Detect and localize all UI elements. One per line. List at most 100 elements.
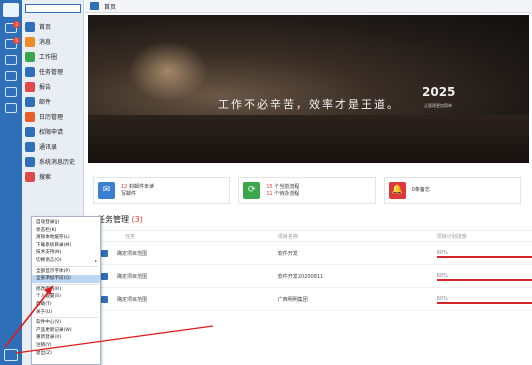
settings-icon[interactable] — [5, 103, 17, 113]
bell-icon: 🔔 — [388, 182, 406, 199]
workflow-icon: ⟳ — [243, 182, 261, 199]
sidebar-item-label: 首页 — [39, 24, 52, 31]
table-row[interactable]: 确定项目范围 广西明明集团 60% — [93, 288, 532, 311]
menu-item[interactable]: 状态栏(K) — [32, 227, 100, 235]
sidebar-item-8[interactable]: 通讯录 — [22, 139, 83, 154]
menu-item-label: 清除本地缓存(L) — [36, 235, 70, 241]
sidebar-item-label: 日历管理 — [39, 114, 64, 121]
sidebar-item-6[interactable]: 日历管理 — [22, 109, 83, 124]
menu-item[interactable]: 退出(Z) — [32, 350, 100, 358]
calendar-icon[interactable] — [5, 71, 17, 81]
task-name: 确定项目范围 — [117, 296, 148, 303]
menu-item[interactable]: 自动登录(J) — [32, 219, 100, 227]
mail-card[interactable]: ✉ 12 封邮件未读 写邮件 — [93, 177, 231, 204]
current-flow-label: 个当前流程 — [274, 183, 300, 190]
menu-item[interactable]: 全部添加字段(Q) — [32, 275, 100, 283]
menu-item[interactable]: 全部显示字体(P) — [32, 268, 100, 276]
menu-item[interactable]: 个人设置(S) — [32, 293, 100, 301]
sidebar-item-icon — [25, 96, 35, 107]
sidebar-item-5[interactable]: 邮件 — [22, 94, 83, 109]
sidebar-item-icon — [25, 51, 35, 62]
sidebar-item-label: 消息 — [39, 39, 52, 46]
sidebar-item-label: 邮件 — [39, 99, 52, 106]
sidebar-item-0[interactable]: 首页 — [22, 19, 83, 34]
search-input[interactable] — [25, 4, 81, 13]
menu-item-label: 下载系统目录(M) — [36, 242, 72, 248]
sidebar-item-3[interactable]: 任务管理 — [22, 64, 83, 79]
memo-label: 0条备忘 — [411, 187, 430, 193]
submenu-arrow-icon: ▸ — [94, 257, 97, 263]
sidebar-item-icon — [25, 126, 35, 137]
pending-flow-label: 个待办流程 — [274, 190, 300, 197]
menu-item[interactable]: 帮助(T) — [32, 301, 100, 309]
task-name: 确定项目范围 — [117, 250, 148, 257]
banner-year-sub: 让管理更加简单 — [424, 103, 452, 108]
menu-item[interactable]: 切换语言(O) ▸ — [32, 257, 100, 265]
menu-item[interactable]: 关于(U) — [32, 309, 100, 317]
sidebar-item-2[interactable]: 工作圈 — [22, 49, 83, 64]
unread-mail-count: 12 — [121, 183, 128, 190]
sidebar-item-label: 搜索 — [39, 174, 52, 181]
menu-item[interactable]: 修改密码(R) — [32, 286, 100, 294]
menu-item-label: 修改密码(R) — [36, 286, 62, 292]
table-row[interactable]: 确定项目范围 软件开发20200811 60% — [93, 265, 532, 288]
refresh-icon[interactable] — [5, 87, 17, 97]
main-context-menu: 自动登录(J) 状态栏(K) 清除本地缓存(L) 下载系统目录(M) 技术支持(N) 切换… — [31, 216, 101, 365]
menu-separator — [34, 317, 98, 319]
sidebar-item-label: 权限申请 — [39, 129, 64, 136]
home-icon — [90, 2, 99, 10]
menu-item-label: 切换语言(O) — [36, 257, 62, 263]
menu-item[interactable]: 技术支持(N) — [32, 249, 100, 257]
menu-item-label: 重新登录(X) — [36, 335, 62, 341]
menu-item[interactable]: 产品更新记录(W) — [32, 327, 100, 335]
tab-home-label: 首页 — [104, 3, 117, 11]
mail-icon: ✉ — [98, 182, 115, 199]
contacts-icon[interactable] — [5, 55, 17, 65]
sidebar-item-1[interactable]: 消息 — [22, 34, 83, 49]
menu-item[interactable]: 下载系统目录(M) — [32, 242, 100, 250]
banner-desk-image — [88, 115, 529, 163]
task-name: 确定项目范围 — [117, 273, 148, 280]
sidebar-item-10[interactable]: 搜索 — [22, 169, 83, 184]
menu-item-label: 个人设置(S) — [36, 294, 61, 300]
sidebar-item-4[interactable]: 报告 — [22, 79, 83, 94]
summary-cards: ✉ 12 封邮件未读 写邮件 ⟳ 15 个当前流程 11 个待办流程 🔔 0条备… — [93, 177, 529, 204]
sidebar-item-label: 任务管理 — [39, 69, 64, 76]
app-logo — [3, 3, 19, 17]
menu-item-label: 自动登录(J) — [36, 220, 60, 225]
sidebar-nav: 首页消息工作圈任务管理报告邮件日历管理权限申请通讯录系统消息历史搜索 — [22, 19, 83, 184]
menu-item[interactable]: 软件中心(V) — [32, 319, 100, 327]
tab-home[interactable]: 首页 — [85, 0, 532, 13]
workflow-card[interactable]: ⟳ 15 个当前流程 11 个待办流程 — [238, 177, 376, 204]
menu-separator — [34, 283, 98, 285]
menu-item[interactable]: 重新登录(X) — [32, 334, 100, 342]
sidebar-item-icon — [25, 66, 35, 77]
sidebar-item-7[interactable]: 权限申请 — [22, 124, 83, 139]
memo-card[interactable]: 🔔 0条备忘 — [383, 177, 521, 204]
sidebar-item-9[interactable]: 系统消息历史 — [22, 154, 83, 169]
task-progress-bar — [436, 256, 532, 258]
sidebar-item-label: 报告 — [39, 84, 52, 91]
task-progress-bar — [436, 279, 532, 281]
task-icon — [101, 249, 108, 257]
task-icon — [101, 295, 108, 303]
sidebar-item-icon — [25, 156, 35, 167]
menu-item-label: 产品更新记录(W) — [36, 327, 72, 333]
message-icon[interactable]: 3 — [5, 21, 20, 33]
banner-year: 2025 — [422, 85, 456, 99]
pending-flow-count: 11 — [266, 190, 273, 197]
menu-item-label: 关于(U) — [36, 309, 53, 315]
table-row[interactable]: 确定项目范围 软件开发 60% — [93, 242, 532, 265]
col-task: 任务 — [125, 234, 136, 240]
sidebar-item-icon — [25, 111, 35, 122]
menu-item-label: 注销(Y) — [36, 342, 52, 348]
chat-icon[interactable]: 5 — [5, 37, 20, 49]
main-menu-button[interactable] — [4, 349, 18, 361]
banner: 工作不必辛苦，效率才是王道。 2025 让管理更加简单 — [88, 15, 529, 163]
task-table-body: 确定项目范围 软件开发 60% 确定项目范围 软件开发20200811 60% 确定项目范围… — [85, 242, 532, 311]
menu-item[interactable]: 清除本地缓存(L) — [32, 234, 100, 242]
menu-item[interactable]: 注销(Y) — [32, 342, 100, 350]
write-mail-link[interactable]: 写邮件 — [121, 191, 154, 198]
sidebar-item-label: 通讯录 — [39, 144, 58, 151]
sidebar-item-icon — [25, 171, 35, 182]
